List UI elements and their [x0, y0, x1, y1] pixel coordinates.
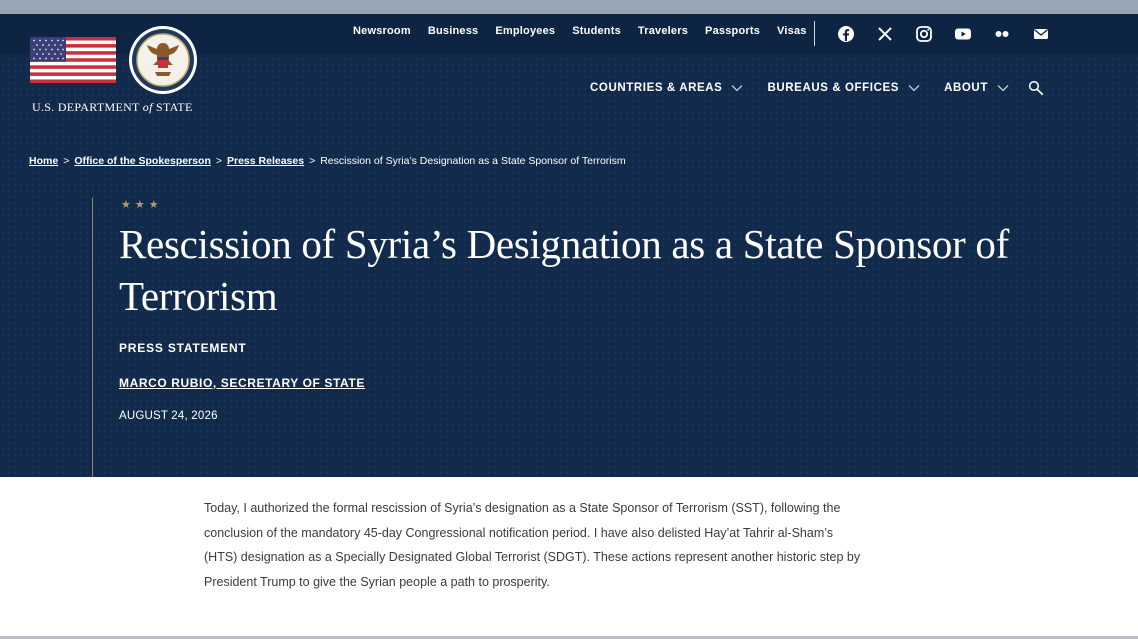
article-type: PRESS STATEMENT — [119, 341, 247, 355]
instagram-icon[interactable] — [914, 24, 934, 44]
breadcrumb-current: Rescission of Syria’s Designation as a S… — [320, 155, 626, 167]
decorative-stars: ★★★ — [121, 199, 163, 211]
utility-link-passports[interactable]: Passports — [705, 25, 760, 37]
department-of: of — [142, 100, 153, 114]
social-links — [836, 24, 1070, 44]
facebook-icon[interactable] — [836, 24, 856, 44]
breadcrumb-spokesperson[interactable]: Office of the Spokesperson — [74, 155, 211, 167]
nav-countries-areas[interactable]: COUNTRIES & AREAS — [590, 82, 743, 94]
breadcrumb-press-releases[interactable]: Press Releases — [227, 155, 304, 167]
author-link[interactable]: MARCO RUBIO, SECRETARY OF STATE — [119, 376, 365, 390]
us-flag-logo[interactable] — [30, 37, 116, 83]
breadcrumb-separator: > — [63, 155, 70, 167]
browser-top-strip — [0, 0, 1138, 14]
department-suffix: STATE — [156, 100, 193, 114]
chevron-down-icon — [997, 85, 1009, 92]
chevron-down-icon — [908, 85, 920, 92]
department-wordmark[interactable]: U.S. DEPARTMENT of STATE — [32, 100, 193, 115]
utility-link-newsroom[interactable]: Newsroom — [353, 25, 411, 37]
nav-label: BUREAUS & OFFICES — [767, 82, 900, 94]
nav-label: ABOUT — [944, 82, 988, 94]
hero-section: Newsroom Business Employees Students Tra… — [0, 14, 1138, 477]
nav-label: COUNTRIES & AREAS — [590, 82, 723, 94]
youtube-icon[interactable] — [953, 24, 973, 44]
decorative-vertical-rule — [92, 198, 93, 477]
utility-links: Newsroom Business Employees Students Tra… — [353, 25, 824, 37]
search-icon[interactable] — [1028, 80, 1044, 96]
utility-link-business[interactable]: Business — [428, 25, 479, 37]
breadcrumb-separator: > — [309, 155, 316, 167]
main-nav: COUNTRIES & AREAS BUREAUS & OFFICES ABOU… — [590, 82, 1033, 94]
article-body: Today, I authorized the formal rescissio… — [204, 501, 861, 589]
department-prefix: U.S. DEPARTMENT — [32, 100, 140, 114]
nav-about[interactable]: ABOUT — [944, 82, 1009, 94]
email-icon[interactable] — [1031, 24, 1051, 44]
breadcrumb-home[interactable]: Home — [29, 155, 58, 167]
chevron-down-icon — [731, 85, 743, 92]
utility-link-visas[interactable]: Visas — [777, 25, 807, 37]
breadcrumb: Home > Office of the Spokesperson > Press Re… — [29, 155, 626, 167]
utility-divider — [814, 21, 815, 46]
publish-date: AUGUST 24, 2026 — [119, 410, 218, 422]
department-seal-icon[interactable] — [128, 25, 198, 95]
utility-link-students[interactable]: Students — [572, 25, 621, 37]
utility-link-employees[interactable]: Employees — [495, 25, 555, 37]
breadcrumb-separator: > — [215, 155, 222, 167]
nav-bureaus-offices[interactable]: BUREAUS & OFFICES — [767, 82, 920, 94]
flickr-icon[interactable] — [992, 24, 1012, 44]
x-icon[interactable] — [875, 24, 895, 44]
utility-link-travelers[interactable]: Travelers — [638, 25, 688, 37]
page-title: Rescission of Syria’s Designation as a S… — [119, 221, 1009, 319]
